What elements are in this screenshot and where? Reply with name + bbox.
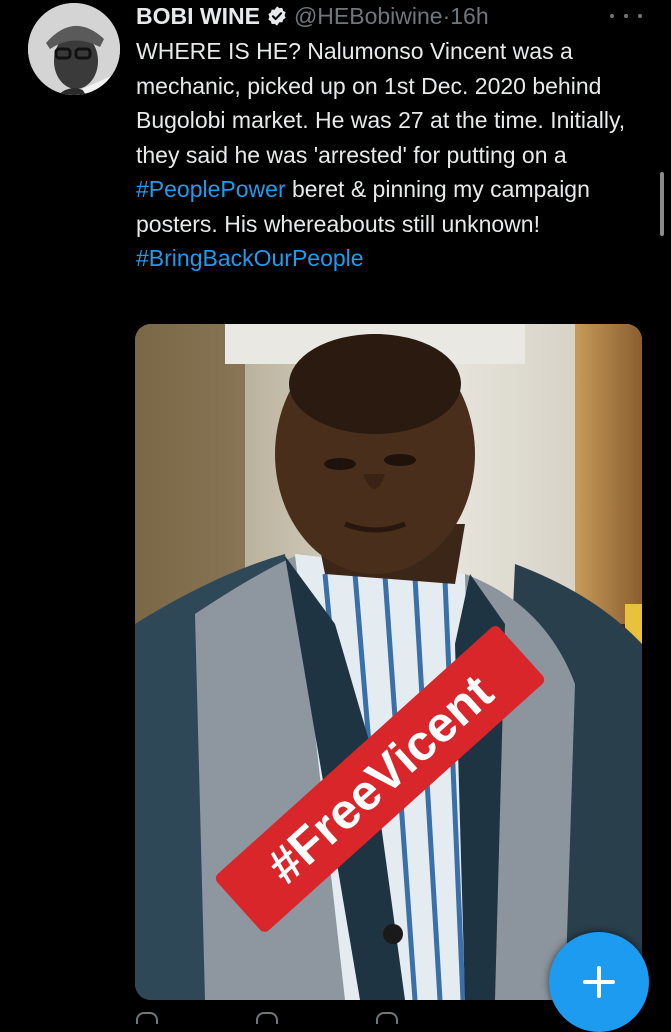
retweet-button[interactable] <box>256 1012 376 1024</box>
author-avatar[interactable] <box>28 3 120 95</box>
hashtag-link[interactable]: #BringBackOurPeople <box>136 245 364 271</box>
author-handle[interactable]: @HEBobiwine <box>294 3 443 30</box>
more-dot <box>624 14 628 18</box>
tweet-action-bar <box>136 1012 636 1024</box>
tweet-timestamp[interactable]: 16h <box>450 3 488 30</box>
more-options-icon[interactable] <box>610 8 642 24</box>
tweet-photo[interactable]: #FreeVicent <box>135 324 642 1000</box>
avatar-image <box>28 3 120 95</box>
like-button[interactable] <box>376 1012 496 1024</box>
plus-icon <box>583 966 615 998</box>
tweet-text-part: WHERE IS HE? Nalumonso Vincent was a mec… <box>136 38 626 168</box>
author-name[interactable]: BOBI WINE <box>136 3 260 30</box>
tweet-header: BOBI WINE @HEBobiwine · 16h <box>136 2 489 30</box>
hashtag-link[interactable]: #PeoplePower <box>136 176 286 202</box>
reply-button[interactable] <box>136 1012 256 1024</box>
like-icon <box>376 1012 398 1024</box>
more-dot <box>638 14 642 18</box>
tweet-text: WHERE IS HE? Nalumonso Vincent was a mec… <box>136 34 646 276</box>
reply-icon <box>136 1012 158 1024</box>
more-dot <box>610 14 614 18</box>
header-separator: · <box>442 2 451 29</box>
verified-badge-icon <box>266 5 288 27</box>
scrollbar[interactable] <box>660 172 664 236</box>
retweet-icon <box>256 1012 278 1024</box>
